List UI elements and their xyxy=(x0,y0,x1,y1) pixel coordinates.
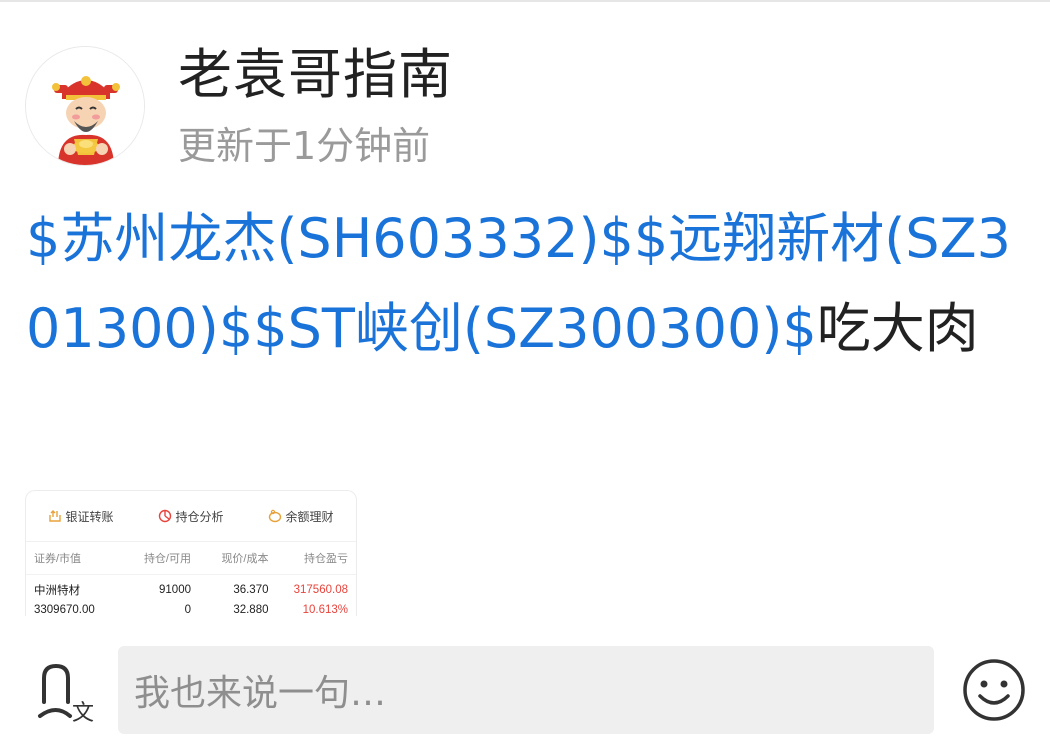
nav-label: 余额理财 xyxy=(285,509,334,524)
svg-text:文: 文 xyxy=(72,701,94,724)
column-header: 持仓/可用 xyxy=(143,553,191,565)
column-header: 现价/成本 xyxy=(221,553,269,565)
nav-bank-transfer: 银证转账 xyxy=(26,508,136,525)
post-body-text: 吃大肉 xyxy=(816,297,979,360)
username[interactable]: 老袁哥指南 xyxy=(178,40,453,110)
table-cell: 中洲特材 xyxy=(34,585,80,597)
transfer-icon xyxy=(49,510,62,522)
voice-translate-icon[interactable]: 文 xyxy=(36,662,94,724)
column-header: 持仓盈亏 xyxy=(304,553,348,565)
avatar[interactable] xyxy=(25,46,145,166)
table-cell: 10.613% xyxy=(302,604,348,616)
table-cell: 91000 xyxy=(159,584,191,596)
table-cell: 3309670.00 xyxy=(34,604,95,616)
smiley-icon[interactable] xyxy=(962,658,1026,722)
screenshot-nav: 银证转账 持仓分析 余额理财 xyxy=(26,491,356,542)
table-cell: 36.370 xyxy=(233,584,269,596)
table-header: 证券/市值 持仓/可用 现价/成本 持仓盈亏 xyxy=(26,542,356,575)
table-row: 中洲特材 91000 36.370 317560.08 xyxy=(26,580,356,600)
column-header: 证券/市值 xyxy=(34,553,82,565)
pie-chart-icon xyxy=(159,509,172,523)
stock-tag-st-xiachuang[interactable]: $ST峡创(SZ300300)$ xyxy=(253,297,817,360)
caishen-avatar-icon xyxy=(26,47,144,165)
nav-label: 持仓分析 xyxy=(175,509,224,524)
piggy-bank-icon xyxy=(269,509,282,523)
attached-screenshot[interactable]: 银证转账 持仓分析 余额理财 证券/市值 持仓/可用 现价/成本 持仓盈亏 中洲… xyxy=(25,490,357,616)
update-time: 更新于1分钟前 xyxy=(178,124,431,168)
nav-balance-finance: 余额理财 xyxy=(246,508,356,525)
nav-label: 银证转账 xyxy=(65,509,114,524)
comment-bar: 文 我也来说一句… xyxy=(0,630,1050,754)
table-cell: 0 xyxy=(184,604,191,616)
table-cell: 32.880 xyxy=(233,604,269,616)
stock-tag-suzhou-longjie[interactable]: $苏州龙杰(SH603332)$ xyxy=(26,207,634,270)
nav-position-analysis: 持仓分析 xyxy=(136,508,246,525)
comment-input[interactable]: 我也来说一句… xyxy=(118,646,934,734)
top-divider xyxy=(0,0,1050,2)
table-row: 3309670.00 0 32.880 10.613% xyxy=(26,600,356,616)
post-content: $苏州龙杰(SH603332)$$远翔新材(SZ301300)$$ST峡创(SZ… xyxy=(26,194,1026,374)
table-cell: 317560.08 xyxy=(293,584,348,596)
